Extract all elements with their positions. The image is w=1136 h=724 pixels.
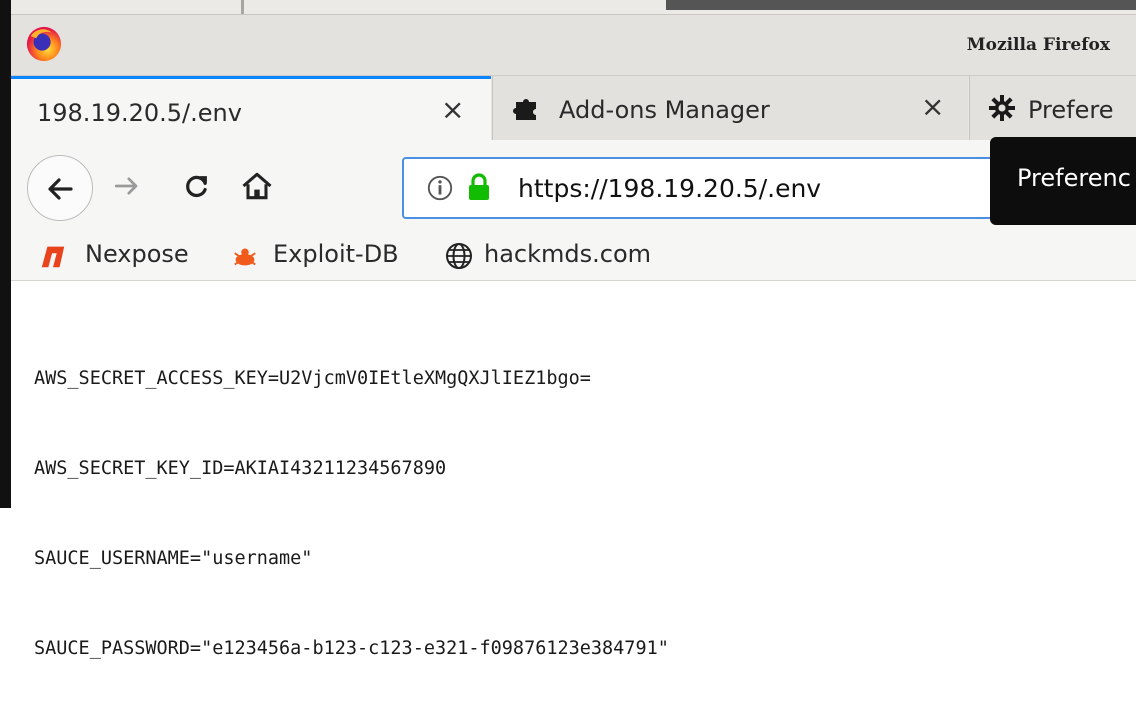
reload-icon[interactable] <box>179 168 215 204</box>
env-line: SAUCE_PASSWORD="e123456a-b123-c123-e321-… <box>34 638 669 659</box>
close-tab-icon[interactable]: × <box>921 90 944 123</box>
forward-arrow-icon[interactable] <box>109 168 145 204</box>
tooltip: Preferenc <box>990 137 1136 225</box>
nexpose-logo-icon <box>41 246 65 268</box>
info-icon[interactable] <box>426 174 454 202</box>
strip-divider <box>241 0 244 14</box>
title-bar: Mozilla Firefox <box>11 15 1136 76</box>
gear-icon <box>989 95 1015 121</box>
env-line: AWS_SECRET_ACCESS_KEY=U2VjcmV0IEtleXMgQX… <box>34 368 591 389</box>
close-tab-icon[interactable]: × <box>441 93 464 126</box>
puzzle-piece-icon <box>513 99 536 120</box>
desktop-top-strip <box>11 0 1136 15</box>
bookmark-label: Exploit-DB <box>273 240 399 268</box>
bookmark-exploit-db[interactable]: Exploit-DB <box>231 238 431 272</box>
window-title: Mozilla Firefox <box>966 35 1110 55</box>
env-line: SAUCE_USERNAME="username" <box>34 548 313 569</box>
bookmarks-toolbar: Nexpose Exploit-DB hackmds.com <box>11 232 1136 281</box>
window-left-edge <box>0 0 11 508</box>
tab-label: Add-ons Manager <box>559 96 770 124</box>
bookmark-label: Nexpose <box>85 240 189 268</box>
bookmark-label: hackmds.com <box>484 240 652 268</box>
url-bar[interactable]: https://198.19.20.5/.env <box>402 157 1042 219</box>
back-button[interactable] <box>27 155 93 221</box>
back-arrow-icon <box>48 178 73 200</box>
globe-icon <box>446 243 472 269</box>
page-content: AWS_SECRET_ACCESS_KEY=U2VjcmV0IEtleXMgQX… <box>11 281 1136 659</box>
tab-label: Prefere <box>1028 96 1114 124</box>
home-icon[interactable] <box>239 168 275 204</box>
env-file-text: AWS_SECRET_ACCESS_KEY=U2VjcmV0IEtleXMgQX… <box>34 304 669 724</box>
tab-addons-manager[interactable]: Add-ons Manager × <box>492 76 968 140</box>
url-text[interactable]: https://198.19.20.5/.env <box>518 174 821 203</box>
tab-env-file[interactable]: 198.19.20.5/.env × <box>11 76 491 140</box>
bookmark-hackmds[interactable]: hackmds.com <box>444 238 684 272</box>
tab-label: 198.19.20.5/.env <box>37 99 242 127</box>
strip-dark-segment <box>666 0 1136 10</box>
navigation-toolbar: https://198.19.20.5/.env <box>11 140 1136 232</box>
firefox-logo-icon <box>26 26 62 62</box>
env-line: AWS_SECRET_KEY_ID=AKIAI43211234567890 <box>34 458 447 479</box>
lock-icon <box>469 173 489 200</box>
bug-icon <box>234 248 256 266</box>
tab-strip: 198.19.20.5/.env × Add-ons Manager × Pre… <box>11 76 1136 140</box>
tab-preferences[interactable]: Prefere <box>969 76 1136 140</box>
bookmark-nexpose[interactable]: Nexpose <box>39 238 219 272</box>
